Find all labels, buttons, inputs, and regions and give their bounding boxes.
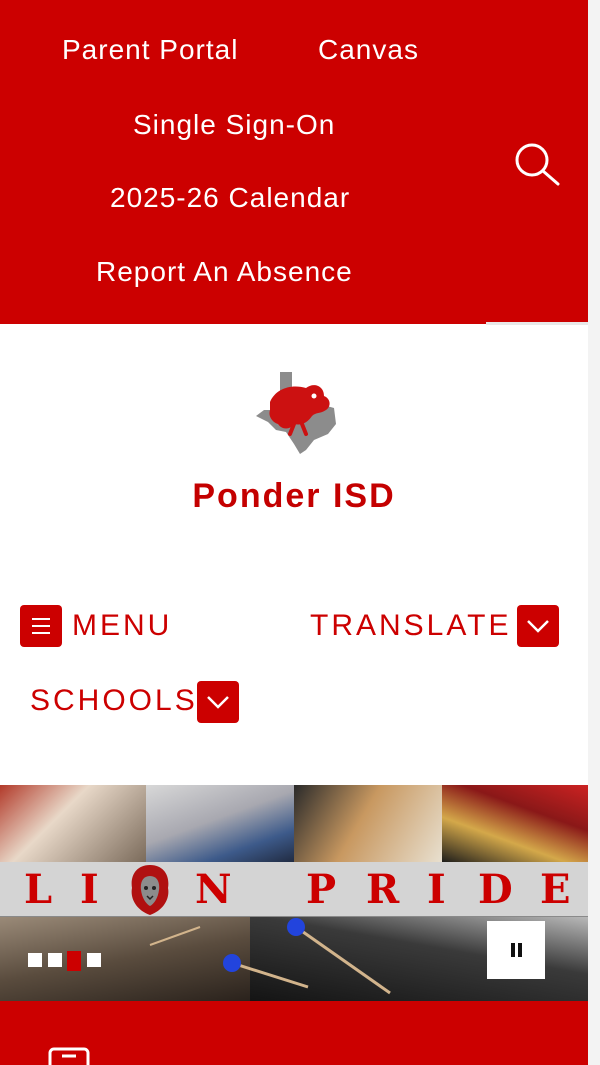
parent-portal-link[interactable]: Parent Portal bbox=[62, 34, 238, 66]
pause-icon bbox=[511, 943, 522, 957]
lion-head-icon bbox=[131, 865, 169, 915]
slogan-letter: R bbox=[366, 866, 400, 913]
slide-dot[interactable] bbox=[87, 953, 101, 967]
band-trumpet-photo bbox=[442, 785, 588, 863]
student-writing-photo bbox=[294, 785, 442, 863]
quick-links-bar: Parent Portal Canvas Single Sign-On 2025… bbox=[0, 0, 588, 324]
schools-dropdown-button[interactable] bbox=[197, 681, 239, 723]
chevron-down-icon bbox=[207, 696, 229, 709]
calendar-link[interactable]: 2025-26 Calendar bbox=[110, 182, 350, 214]
header-divider bbox=[486, 322, 588, 325]
slide-dot[interactable] bbox=[48, 953, 62, 967]
student-photo bbox=[0, 785, 146, 863]
slide-dot-active[interactable] bbox=[67, 951, 81, 971]
quick-access-section bbox=[0, 1001, 588, 1065]
slogan-letter: L bbox=[24, 866, 53, 913]
slogan-letter: I bbox=[427, 866, 446, 913]
search-button[interactable] bbox=[510, 138, 564, 192]
slide-dot[interactable] bbox=[28, 953, 42, 967]
slogan-letter: P bbox=[306, 866, 337, 913]
hamburger-icon bbox=[32, 618, 50, 634]
menu-button[interactable] bbox=[20, 605, 62, 647]
slogan-letter: D bbox=[478, 866, 513, 913]
report-absence-link[interactable]: Report An Absence bbox=[96, 256, 353, 288]
slideshow-pause-button[interactable] bbox=[487, 921, 545, 979]
single-sign-on-link[interactable]: Single Sign-On bbox=[133, 109, 335, 141]
canvas-link[interactable]: Canvas bbox=[318, 34, 419, 66]
search-icon bbox=[515, 143, 560, 186]
texas-lion-logo-icon bbox=[256, 372, 336, 454]
menu-label[interactable]: MENU bbox=[72, 609, 172, 643]
scroll-gutter bbox=[588, 0, 600, 1065]
calendar-icon[interactable] bbox=[48, 1047, 90, 1065]
site-title[interactable]: Ponder ISD bbox=[0, 477, 588, 516]
slogan-letter: N bbox=[195, 866, 232, 913]
slogan-letter: E bbox=[540, 866, 571, 913]
translate-dropdown-button[interactable] bbox=[517, 605, 559, 647]
chevron-down-icon bbox=[527, 620, 549, 633]
district-logo[interactable] bbox=[250, 368, 342, 458]
slogan-letter: I bbox=[80, 866, 99, 913]
student-reading-photo bbox=[146, 785, 294, 863]
schools-label[interactable]: SCHOOLS bbox=[30, 684, 198, 718]
translate-label[interactable]: TRANSLATE bbox=[310, 609, 511, 643]
